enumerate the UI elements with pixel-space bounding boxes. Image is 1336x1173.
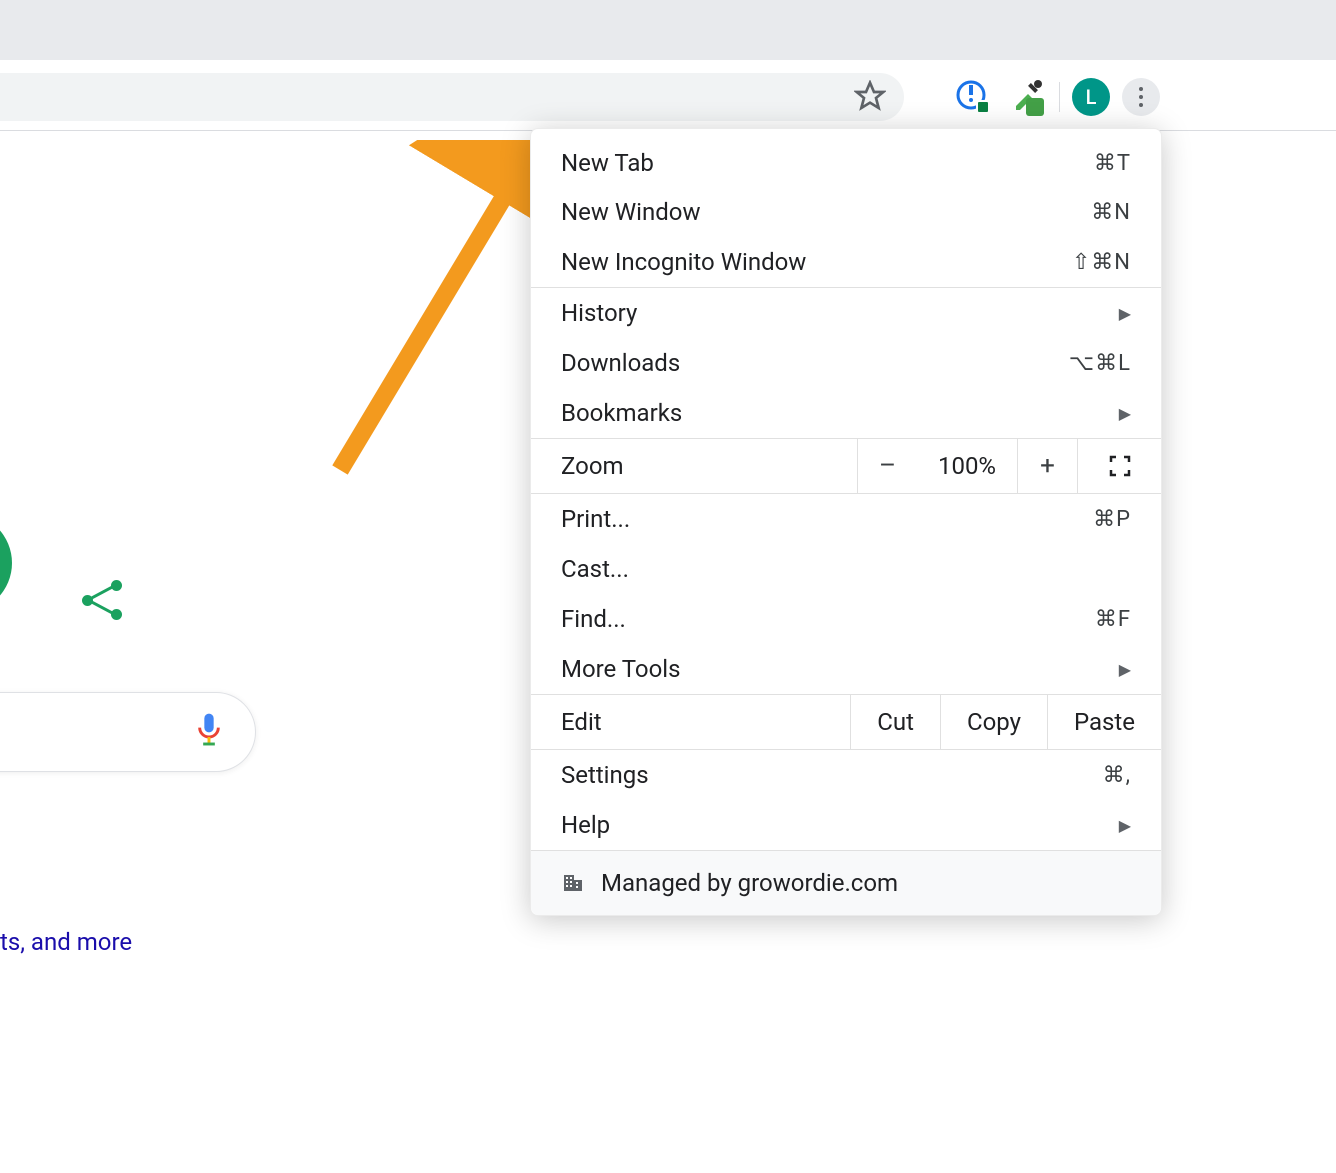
extension-icon-1[interactable]	[954, 78, 988, 112]
edit-paste-button[interactable]: Paste	[1047, 695, 1161, 749]
submenu-arrow-icon: ▶	[1119, 816, 1131, 835]
fullscreen-button[interactable]	[1077, 439, 1161, 493]
menu-managed-by[interactable]: Managed by growordie.com	[531, 850, 1161, 915]
zoom-percent: 100%	[917, 452, 1017, 480]
google-search-input[interactable]	[0, 692, 256, 772]
submenu-arrow-icon: ▶	[1119, 404, 1131, 423]
profile-avatar[interactable]: L	[1072, 78, 1110, 116]
menu-more-tools[interactable]: More Tools ▶	[531, 644, 1161, 694]
play-icon[interactable]	[0, 513, 12, 613]
chrome-menu-button[interactable]	[1122, 78, 1160, 116]
menu-new-window[interactable]: New Window ⌘N	[531, 187, 1161, 237]
menu-history[interactable]: History ▶	[531, 288, 1161, 338]
menu-edit-row: Edit Cut Copy Paste	[531, 694, 1161, 750]
submenu-arrow-icon: ▶	[1119, 304, 1131, 323]
menu-settings[interactable]: Settings ⌘,	[531, 750, 1161, 800]
edit-cut-button[interactable]: Cut	[850, 695, 940, 749]
avatar-letter: L	[1086, 85, 1097, 109]
zoom-in-button[interactable]: +	[1017, 439, 1077, 493]
chrome-main-menu: New Tab ⌘T New Window ⌘N New Incognito W…	[530, 128, 1162, 916]
menu-new-tab[interactable]: New Tab ⌘T	[531, 129, 1161, 187]
zoom-out-button[interactable]: –	[857, 439, 917, 493]
google-logo-fragment: e	[0, 430, 12, 695]
footer-link-fragment[interactable]: ts, and more	[0, 928, 132, 956]
menu-zoom-row: Zoom – 100% +	[531, 438, 1161, 494]
bookmark-star-icon[interactable]	[854, 80, 886, 112]
share-icon[interactable]	[82, 580, 122, 620]
menu-downloads[interactable]: Downloads ⌥⌘L	[531, 338, 1161, 388]
building-icon	[561, 871, 585, 895]
edit-copy-button[interactable]: Copy	[940, 695, 1047, 749]
extension-icon-2-eyedropper[interactable]	[1010, 78, 1044, 112]
menu-help[interactable]: Help ▶	[531, 800, 1161, 850]
zoom-label: Zoom	[531, 452, 857, 480]
submenu-arrow-icon: ▶	[1119, 660, 1131, 679]
menu-bookmarks[interactable]: Bookmarks ▶	[531, 388, 1161, 438]
toolbar-divider	[1059, 82, 1060, 112]
menu-print[interactable]: Print... ⌘P	[531, 494, 1161, 544]
tab-strip	[0, 0, 1336, 60]
menu-new-incognito-window[interactable]: New Incognito Window ⇧⌘N	[531, 237, 1161, 287]
edit-label: Edit	[531, 708, 850, 736]
menu-find[interactable]: Find... ⌘F	[531, 594, 1161, 644]
address-bar[interactable]	[0, 73, 904, 121]
menu-cast[interactable]: Cast...	[531, 544, 1161, 594]
extensions-area	[954, 78, 1044, 112]
voice-search-icon[interactable]	[195, 711, 223, 753]
